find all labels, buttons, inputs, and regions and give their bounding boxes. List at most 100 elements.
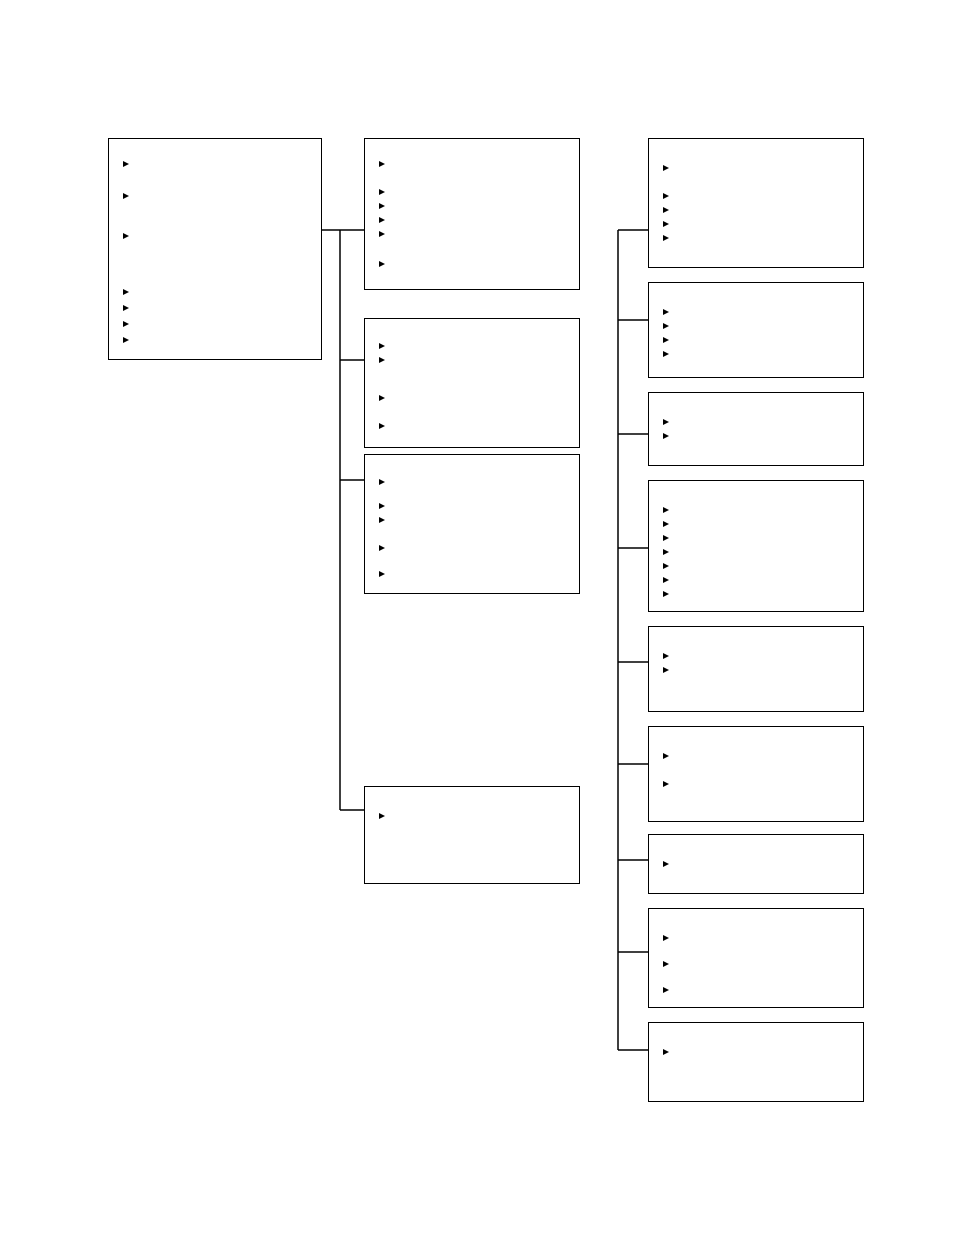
bullet-item bbox=[379, 227, 391, 237]
diagram-box-R4 bbox=[648, 480, 864, 612]
bullet-item bbox=[663, 587, 675, 597]
triangle-bullet-icon bbox=[379, 343, 385, 349]
bullet-item bbox=[123, 229, 135, 239]
triangle-bullet-icon bbox=[663, 1049, 669, 1055]
diagram-canvas bbox=[0, 0, 954, 1235]
bullet-item bbox=[663, 347, 675, 357]
triangle-bullet-icon bbox=[123, 161, 129, 167]
triangle-bullet-icon bbox=[379, 357, 385, 363]
triangle-bullet-icon bbox=[663, 961, 669, 967]
triangle-bullet-icon bbox=[379, 503, 385, 509]
bullet-item bbox=[663, 333, 675, 343]
triangle-bullet-icon bbox=[663, 433, 669, 439]
triangle-bullet-icon bbox=[379, 479, 385, 485]
bullet-item bbox=[663, 649, 675, 659]
bullet-item bbox=[663, 203, 675, 213]
bullet-item bbox=[379, 391, 391, 401]
triangle-bullet-icon bbox=[663, 987, 669, 993]
diagram-box-R2 bbox=[648, 282, 864, 378]
triangle-bullet-icon bbox=[663, 549, 669, 555]
diagram-box-R5 bbox=[648, 626, 864, 712]
triangle-bullet-icon bbox=[663, 535, 669, 541]
triangle-bullet-icon bbox=[663, 235, 669, 241]
bullet-item bbox=[379, 185, 391, 195]
bullet-item bbox=[379, 541, 391, 551]
diagram-box-M1 bbox=[364, 138, 580, 290]
triangle-bullet-icon bbox=[663, 193, 669, 199]
triangle-bullet-icon bbox=[663, 753, 669, 759]
triangle-bullet-icon bbox=[663, 165, 669, 171]
triangle-bullet-icon bbox=[379, 203, 385, 209]
triangle-bullet-icon bbox=[123, 193, 129, 199]
bullet-item bbox=[663, 217, 675, 227]
triangle-bullet-icon bbox=[663, 667, 669, 673]
triangle-bullet-icon bbox=[663, 323, 669, 329]
bullet-item bbox=[123, 301, 135, 311]
bullet-item bbox=[379, 475, 391, 485]
diagram-box-R1 bbox=[648, 138, 864, 268]
bullet-item bbox=[663, 189, 675, 199]
bullet-item bbox=[379, 257, 391, 267]
triangle-bullet-icon bbox=[379, 261, 385, 267]
triangle-bullet-icon bbox=[663, 781, 669, 787]
triangle-bullet-icon bbox=[379, 217, 385, 223]
diagram-box-M4 bbox=[364, 786, 580, 884]
bullet-item bbox=[379, 199, 391, 209]
bullet-item bbox=[663, 573, 675, 583]
triangle-bullet-icon bbox=[663, 507, 669, 513]
triangle-bullet-icon bbox=[123, 321, 129, 327]
bullet-item bbox=[123, 285, 135, 295]
triangle-bullet-icon bbox=[379, 545, 385, 551]
triangle-bullet-icon bbox=[663, 591, 669, 597]
bullet-item bbox=[663, 983, 675, 993]
bullet-item bbox=[379, 499, 391, 509]
triangle-bullet-icon bbox=[663, 653, 669, 659]
bullet-item bbox=[663, 531, 675, 541]
triangle-bullet-icon bbox=[123, 233, 129, 239]
bullet-item bbox=[379, 339, 391, 349]
diagram-box-R3 bbox=[648, 392, 864, 466]
bullet-item bbox=[663, 545, 675, 555]
triangle-bullet-icon bbox=[663, 563, 669, 569]
triangle-bullet-icon bbox=[123, 289, 129, 295]
diagram-box-R6 bbox=[648, 726, 864, 822]
bullet-item bbox=[379, 213, 391, 223]
triangle-bullet-icon bbox=[379, 517, 385, 523]
diagram-box-M2 bbox=[364, 318, 580, 448]
triangle-bullet-icon bbox=[663, 351, 669, 357]
triangle-bullet-icon bbox=[379, 395, 385, 401]
bullet-item bbox=[379, 419, 391, 429]
triangle-bullet-icon bbox=[663, 521, 669, 527]
triangle-bullet-icon bbox=[379, 161, 385, 167]
bullet-item bbox=[663, 957, 675, 967]
triangle-bullet-icon bbox=[663, 337, 669, 343]
triangle-bullet-icon bbox=[663, 207, 669, 213]
triangle-bullet-icon bbox=[663, 221, 669, 227]
triangle-bullet-icon bbox=[379, 571, 385, 577]
bullet-item bbox=[379, 157, 391, 167]
triangle-bullet-icon bbox=[663, 861, 669, 867]
bullet-item bbox=[123, 317, 135, 327]
bullet-item bbox=[663, 1045, 675, 1055]
triangle-bullet-icon bbox=[379, 231, 385, 237]
bullet-item bbox=[663, 749, 675, 759]
bullet-item bbox=[663, 429, 675, 439]
bullet-item bbox=[663, 663, 675, 673]
bullet-item bbox=[379, 809, 391, 819]
diagram-box-R7 bbox=[648, 834, 864, 894]
bullet-item bbox=[663, 503, 675, 513]
bullet-item bbox=[123, 157, 135, 167]
bullet-item bbox=[663, 931, 675, 941]
triangle-bullet-icon bbox=[663, 577, 669, 583]
bullet-item bbox=[379, 353, 391, 363]
bullet-item bbox=[663, 305, 675, 315]
bullet-item bbox=[663, 161, 675, 171]
bullet-item bbox=[663, 517, 675, 527]
bullet-item bbox=[663, 415, 675, 425]
bullet-item bbox=[663, 231, 675, 241]
triangle-bullet-icon bbox=[663, 309, 669, 315]
bullet-item bbox=[123, 333, 135, 343]
triangle-bullet-icon bbox=[379, 189, 385, 195]
diagram-box-R8 bbox=[648, 908, 864, 1008]
triangle-bullet-icon bbox=[123, 337, 129, 343]
